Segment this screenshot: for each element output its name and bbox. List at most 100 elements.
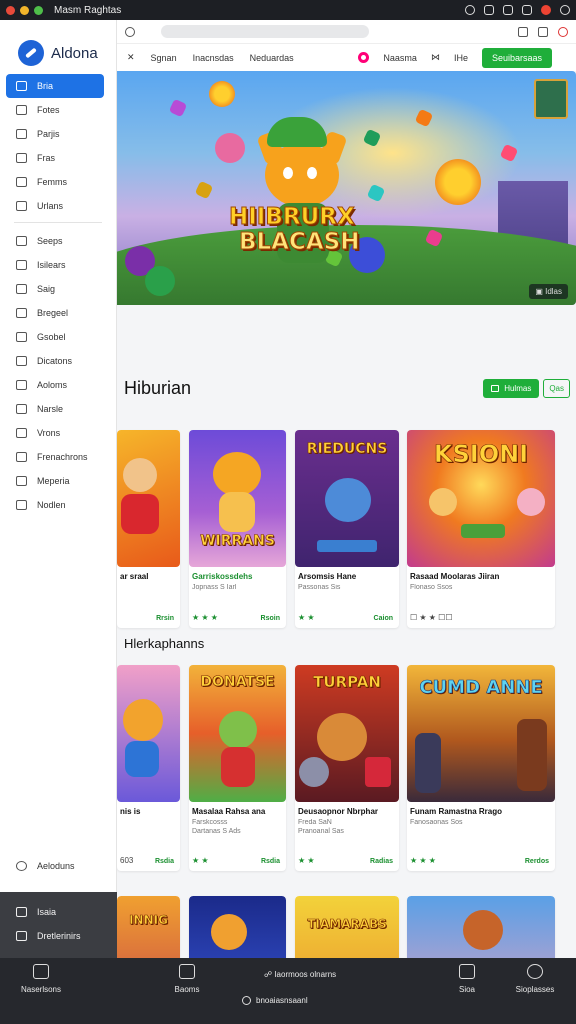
game-card[interactable]: nis is 603 Rsdia xyxy=(117,665,180,871)
sidebar-item-gsobel[interactable]: Gsobel xyxy=(6,325,104,349)
game-card[interactable] xyxy=(189,896,286,958)
game-card[interactable]: WIRRANS Garriskossdehs Jopnass S Iarl ★ … xyxy=(189,430,286,628)
sidebar-item-urlans[interactable]: Urlans xyxy=(6,194,104,218)
taskbar-item-sioplasses[interactable]: Sioplasses xyxy=(500,964,570,994)
sidebar-item-aeloduns[interactable]: Aeloduns xyxy=(0,854,117,878)
lock-icon[interactable] xyxy=(518,26,528,37)
sidebar-item-label: Isaia xyxy=(37,907,57,917)
activity-icon[interactable]: ⋈ xyxy=(431,52,440,63)
account-icon[interactable] xyxy=(560,5,570,15)
close-dot-icon[interactable] xyxy=(6,5,15,15)
minimize-dot-icon[interactable] xyxy=(20,5,29,15)
game-card[interactable] xyxy=(407,896,555,958)
window-icon[interactable] xyxy=(522,5,532,15)
hero-thumbnail[interactable] xyxy=(534,79,568,119)
section-primary-button[interactable]: Hulmas xyxy=(483,379,540,398)
taskbar-item-sioa[interactable]: Sioa xyxy=(432,964,502,994)
game-card[interactable]: TIAMARABS xyxy=(295,896,399,958)
game-art: TIAMARABS xyxy=(295,896,399,958)
sidebar-item-narsle[interactable]: Narsle xyxy=(6,397,104,421)
game-art-title: TIAMARABS xyxy=(307,917,387,931)
sidebar-item-isaia[interactable]: Isaia xyxy=(0,900,117,924)
game-title: Rasaad Moolaras Jiiran xyxy=(410,572,500,581)
sidebar-item-label: Fotes xyxy=(37,105,60,115)
profile-badge-icon[interactable] xyxy=(358,52,370,63)
sidebar-item-dicatons[interactable]: Dicatons xyxy=(6,349,104,373)
sidebar-item-dretlerinirs[interactable]: Dretlerinirs xyxy=(0,924,117,948)
nav-link-sgnan[interactable]: Sgnan xyxy=(151,53,177,63)
primary-cta-button[interactable]: Seuibarsaas xyxy=(481,47,552,68)
alert-icon[interactable] xyxy=(541,5,551,15)
sidebar-item-bregeel[interactable]: Bregeel xyxy=(6,301,104,325)
sidebar-item-aoloms[interactable]: Aoloms xyxy=(6,373,104,397)
brand-logo-icon xyxy=(18,40,44,66)
taskbar-center-text: ☍ Iaormoos olnarns xyxy=(264,970,336,979)
window-icon xyxy=(16,931,27,941)
sidebar-item-label: Bria xyxy=(37,81,54,91)
game-card[interactable]: CUMD ANNE Funam Ramastna Rrago Fanosaona… xyxy=(407,665,555,871)
game-subtitle: Passonas Sis xyxy=(298,584,341,591)
sidebar-item-frenachrons[interactable]: Frenachrons xyxy=(6,445,104,469)
section-header-hiburian: Hiburian Hulmas Qas xyxy=(124,378,570,399)
url-field[interactable] xyxy=(161,25,369,38)
sidebar-item-isilears[interactable]: Isilears xyxy=(6,253,104,277)
game-price: Caion xyxy=(373,615,393,622)
taskbar-center-label: Iaormoos olnarns xyxy=(274,970,337,979)
sun-icon xyxy=(435,159,481,205)
tab-icon[interactable] xyxy=(503,5,513,15)
taskbar-item-baoms[interactable]: Baoms xyxy=(152,964,222,994)
hero-banner[interactable]: HIIBRURX BLACASH ▣ Idlas xyxy=(117,71,576,305)
notification-icon[interactable] xyxy=(558,26,568,37)
hero-tag[interactable]: ▣ Idlas xyxy=(529,284,568,299)
sidebar-item-bria[interactable]: Bria xyxy=(6,74,104,98)
game-rating: ★ ★ xyxy=(298,613,315,622)
section-secondary-button[interactable]: Qas xyxy=(543,379,570,398)
sidebar-footer: Aeloduns Isaia Dretlerinirs xyxy=(0,854,117,958)
game-rating: ★ ★ xyxy=(298,856,315,865)
sidebar-item-fras[interactable]: Fras xyxy=(6,146,104,170)
game-subtitle: Freda SaN xyxy=(298,819,332,826)
mail-icon xyxy=(16,500,27,510)
share-icon[interactable] xyxy=(538,26,548,37)
sidebar-item-nodlen[interactable]: Nodlen xyxy=(6,493,104,517)
game-price: Rsoin xyxy=(260,615,280,622)
reload-icon[interactable] xyxy=(125,26,135,37)
globe-icon xyxy=(242,996,251,1005)
taskbar-item-home[interactable]: Naserlsons xyxy=(6,964,76,994)
nav-link-naasma[interactable]: Naasma xyxy=(383,53,417,63)
game-card[interactable]: KSIONI Rasaad Moolaras Jiiran Flonaso Ss… xyxy=(407,430,555,628)
gem-icon xyxy=(414,108,434,128)
sidebar-item-seeps[interactable]: Seeps xyxy=(6,229,104,253)
sidebar-item-saig[interactable]: Saig xyxy=(6,277,104,301)
brand[interactable]: Aldona xyxy=(0,20,116,74)
game-card[interactable]: ar sraal Rrsin xyxy=(117,430,180,628)
gear-icon[interactable] xyxy=(484,5,494,15)
taskbar-url[interactable]: bnoaiasnsaanl xyxy=(242,996,308,1005)
nav-link-inacnsdas[interactable]: Inacnsdas xyxy=(193,53,234,63)
info-icon[interactable] xyxy=(465,5,475,15)
sun-icon xyxy=(209,81,235,107)
sidebar-item-vrons[interactable]: Vrons xyxy=(6,421,104,445)
taskbar-label: Naserlsons xyxy=(20,985,61,994)
nav-link-neduardas[interactable]: Neduardas xyxy=(250,53,294,63)
nav-link-menu-icon[interactable]: ✕ xyxy=(127,52,135,63)
game-card[interactable]: RIEDUCNS Arsomsis Hane Passonas Sis ★ ★ … xyxy=(295,430,399,628)
nav-link-ihe[interactable]: IHe xyxy=(454,53,468,63)
game-art-title: DONATSE xyxy=(200,674,275,690)
sidebar-item-parjis[interactable]: Parjis xyxy=(6,122,104,146)
game-title: Garriskossdehs xyxy=(192,572,253,581)
game-card[interactable]: DONATSE Masalaa Rahsa ana Farskcosss Dar… xyxy=(189,665,286,871)
sidebar-item-label: Femms xyxy=(37,177,67,187)
game-subtitle: Flonaso Ssos xyxy=(410,584,453,591)
sidebar-item-fotes[interactable]: Fotes xyxy=(6,98,104,122)
game-card[interactable]: TURPAN Deusaopnor Nbrphar Freda SaN Pran… xyxy=(295,665,399,871)
sidebar-item-meperia[interactable]: Meperia xyxy=(6,469,104,493)
maximize-dot-icon[interactable] xyxy=(34,5,43,15)
chart-icon xyxy=(16,356,27,366)
brush-icon xyxy=(16,260,27,270)
game-price: Rerdos xyxy=(524,858,549,865)
sidebar-item-femms[interactable]: Femms xyxy=(6,170,104,194)
game-art xyxy=(117,665,180,802)
sidebar-item-label: Aeloduns xyxy=(37,861,75,871)
game-card[interactable]: INNIG xyxy=(117,896,180,958)
